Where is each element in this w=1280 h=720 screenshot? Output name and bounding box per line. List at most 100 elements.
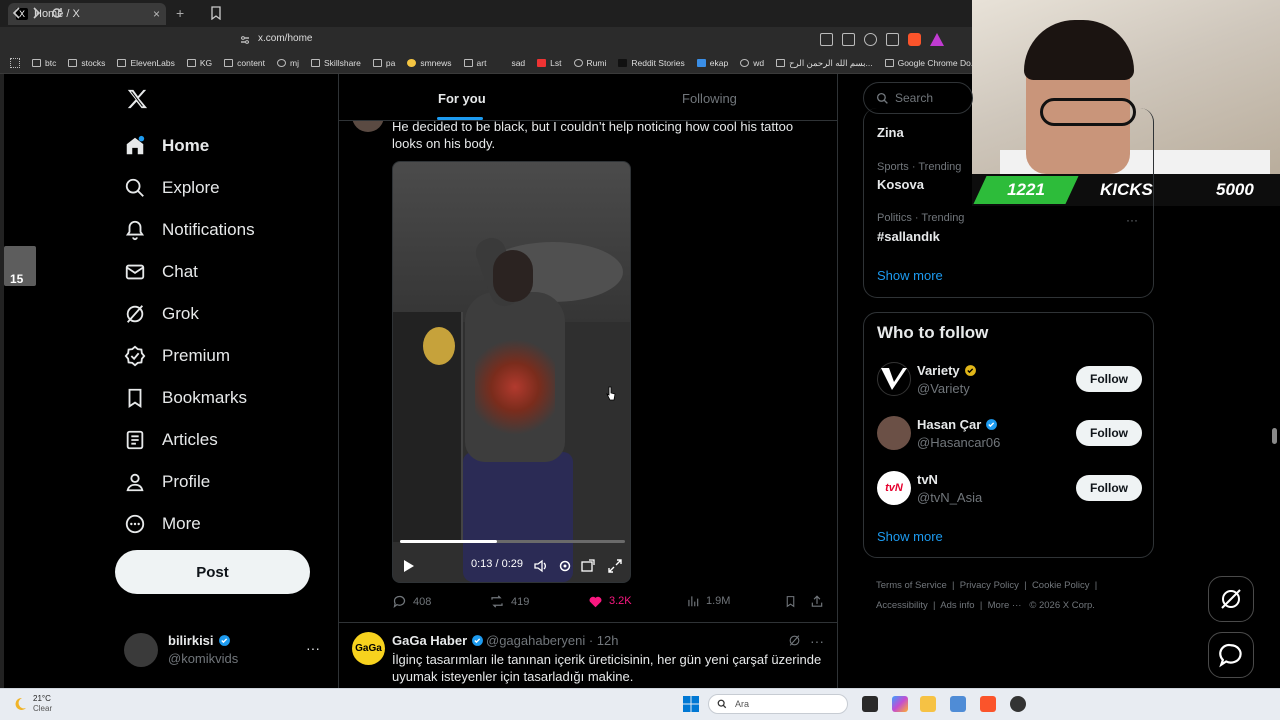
footer-more[interactable]: More ··· [988, 600, 1022, 611]
views-button[interactable]: 1.9M [686, 594, 730, 608]
bookmark-google-chrome[interactable]: Google Chrome Do... [884, 58, 972, 68]
grok-floating-button[interactable] [1208, 576, 1254, 622]
nav-articles[interactable]: Articles [124, 419, 334, 461]
footer-accessibility[interactable]: Accessibility [876, 600, 928, 611]
chat-floating-button[interactable] [1208, 632, 1254, 678]
share-tweet-icon[interactable] [810, 594, 830, 609]
weather-moon-icon[interactable] [12, 696, 28, 712]
bookmark-tweet-icon[interactable] [784, 594, 803, 609]
copilot-icon[interactable] [892, 696, 908, 712]
settings-gear-icon[interactable] [558, 559, 572, 573]
bookmark-kg[interactable]: KG [186, 58, 212, 68]
file-explorer-icon[interactable] [920, 696, 936, 712]
tab-for-you[interactable]: For you [438, 91, 486, 106]
brave-rewards-icon[interactable] [930, 33, 944, 46]
tweet-video[interactable]: 0:13 / 0:29 [392, 161, 631, 583]
who-to-follow-show-more[interactable]: Show more [877, 529, 943, 544]
gaga-avatar[interactable]: GaGa [352, 632, 385, 665]
bookmark-elevenlabs[interactable]: ElevenLabs [117, 58, 175, 68]
account-more-button[interactable]: ··· [306, 640, 320, 656]
footer-cookie[interactable]: Cookie Policy [1032, 580, 1090, 591]
nav-more[interactable]: More [124, 503, 334, 545]
bookmark-rumi[interactable]: Rumi [573, 58, 606, 68]
reload-icon[interactable] [50, 6, 64, 20]
obs-icon[interactable] [1010, 696, 1026, 712]
bookmark-pa[interactable]: pa [372, 58, 395, 68]
trend-item[interactable]: Kosova [877, 177, 924, 192]
video-progress-bar[interactable] [400, 540, 625, 543]
variety-avatar[interactable] [877, 362, 911, 396]
footer-terms[interactable]: Terms of Service [876, 580, 947, 591]
repost-button[interactable]: 419 [489, 594, 529, 609]
tvn-avatar[interactable]: tvN [877, 471, 911, 505]
share-icon[interactable] [886, 33, 899, 46]
windows-start-icon[interactable] [683, 696, 699, 712]
trend-more-button[interactable]: ··· [1126, 213, 1138, 227]
like-button[interactable]: 3.2K [588, 594, 632, 608]
brave-shield-icon[interactable] [908, 33, 921, 46]
nav-chat[interactable]: Chat [124, 251, 334, 293]
nav-notifications[interactable]: Notifications [124, 209, 334, 251]
play-icon[interactable] [403, 559, 415, 573]
snipping-tool-icon[interactable] [950, 696, 966, 712]
bookmark-art[interactable]: art [463, 58, 486, 68]
taskbar-search[interactable]: Ara [708, 694, 848, 714]
cast-icon[interactable] [842, 33, 855, 46]
fullscreen-icon[interactable] [608, 559, 622, 573]
follow-name[interactable]: Variety [917, 363, 977, 378]
bookmark-reddit-stories[interactable]: Reddit Stories [618, 58, 685, 68]
nav-premium[interactable]: Premium [124, 335, 334, 377]
bookmark-smnews[interactable]: smnews [407, 58, 452, 68]
reply-button[interactable]: 408 [392, 594, 431, 609]
bookmark-skillshare[interactable]: Skillshare [311, 58, 361, 68]
nav-explore[interactable]: Explore [124, 167, 334, 209]
bookmark-lst[interactable]: Lst [537, 58, 562, 68]
zoom-icon[interactable] [864, 33, 877, 46]
follow-button[interactable]: Follow [1076, 475, 1142, 501]
tab-close-icon[interactable]: × [153, 7, 160, 21]
account-avatar[interactable] [124, 633, 158, 667]
nav-bookmarks[interactable]: Bookmarks [124, 377, 334, 419]
gaga-name[interactable]: GaGa Haber [392, 633, 484, 648]
site-info-icon[interactable] [240, 35, 250, 45]
bookmark-stocks[interactable]: stocks [68, 58, 105, 68]
account-name[interactable]: bilirkisi [168, 633, 231, 648]
follow-name[interactable]: tvN [917, 472, 938, 487]
footer-ads-info[interactable]: Ads info [940, 600, 974, 611]
forward-icon[interactable] [31, 6, 41, 20]
bookmark-btc[interactable]: btc [32, 58, 56, 68]
footer-privacy[interactable]: Privacy Policy [960, 580, 1019, 591]
bookmark-ekap[interactable]: ekap [696, 58, 728, 68]
trends-show-more[interactable]: Show more [877, 268, 943, 283]
bookmark-page-icon[interactable] [211, 6, 221, 20]
page-scrollbar[interactable] [1272, 428, 1277, 444]
nav-profile[interactable]: Profile [124, 461, 334, 503]
pip-icon[interactable] [581, 559, 595, 573]
x-logo-icon[interactable] [126, 88, 148, 110]
hasan-car-avatar[interactable] [877, 416, 911, 450]
bookmark-sad[interactable]: sad [498, 58, 525, 68]
nav-grok[interactable]: Grok [124, 293, 334, 335]
translate-icon[interactable] [820, 33, 833, 46]
apps-icon[interactable] [10, 58, 20, 68]
grok-explain-icon[interactable] [788, 634, 801, 647]
nav-home[interactable]: Home [124, 125, 334, 167]
trend-item[interactable]: #sallandık [877, 229, 940, 244]
trend-item[interactable]: Zina [877, 125, 904, 140]
follow-button[interactable]: Follow [1076, 366, 1142, 392]
tab-following[interactable]: Following [682, 91, 737, 106]
new-tab-button[interactable]: + [176, 5, 184, 21]
side-thumbnail[interactable]: 15 [4, 246, 36, 286]
brave-browser-icon[interactable] [980, 696, 996, 712]
post-button[interactable]: Post [115, 550, 310, 594]
back-icon[interactable] [12, 6, 22, 20]
bookmark-content[interactable]: content [224, 58, 265, 68]
task-view-icon[interactable] [862, 696, 878, 712]
bookmark-mj[interactable]: mj [277, 58, 299, 68]
follow-name[interactable]: Hasan Çar [917, 417, 998, 432]
volume-icon[interactable] [534, 559, 548, 573]
tweet-more-button[interactable]: ··· [810, 633, 824, 649]
bookmark-arabic[interactable]: بسم الله الرحمن الرح... [776, 58, 873, 69]
follow-button[interactable]: Follow [1076, 420, 1142, 446]
bookmark-wd[interactable]: wd [740, 58, 764, 68]
